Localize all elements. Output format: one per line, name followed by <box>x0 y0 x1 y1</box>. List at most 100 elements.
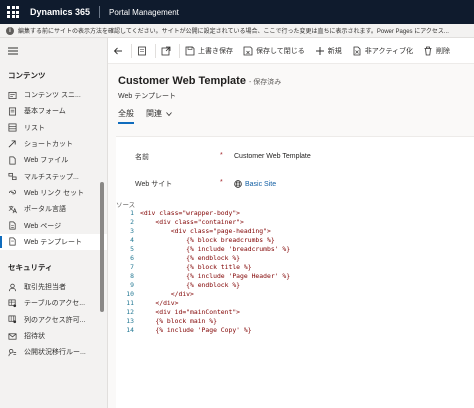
line-number: 8 <box>130 272 134 280</box>
website-link[interactable]: Basic Site <box>245 181 276 188</box>
sidebar-item[interactable]: 基本フォーム <box>0 103 107 119</box>
sidebar-item[interactable]: 列のアクセス許可... <box>0 312 107 328</box>
code-text: <div class="wrapper-body"> <box>140 209 241 217</box>
code-text: <div id="mainContent"> <box>140 308 241 316</box>
sidebar-scrollbar[interactable] <box>100 182 104 312</box>
sidebar-item-label: Web リンク セット <box>24 189 85 197</box>
brand-title[interactable]: Dynamics 365 <box>30 7 90 17</box>
command-label: 非アクティブ化 <box>364 47 414 55</box>
line-number: 6 <box>130 254 134 262</box>
sidebar-item[interactable]: コンテンツ スニ... <box>0 87 107 103</box>
sitemap-sidebar: コンテンツコンテンツ スニ... 基本フォームリストショートカット Web ファイル… <box>0 38 108 408</box>
multistep-icon <box>8 172 17 181</box>
sidebar-item[interactable]: テーブルのアクセ... <box>0 295 107 311</box>
record-header: Customer Web Template - 保存済み <box>118 75 281 87</box>
sidebar-item[interactable]: ショートカット <box>0 136 107 152</box>
name-label: 名前 <box>135 154 149 161</box>
code-line: 3 <div class="page-heading"> <box>124 227 454 236</box>
nav-groups: コンテンツコンテンツ スニ... 基本フォームリストショートカット Web ファイル… <box>0 64 107 360</box>
code-text: <div class="page-heading"> <box>140 227 271 235</box>
record-title: Customer Web Template <box>118 75 246 87</box>
sidebar-item-label: ショートカット <box>24 141 73 149</box>
code-text: {% block title %} <box>140 263 252 271</box>
code-line: 13 {% block main %} <box>124 317 454 326</box>
chevron-down-icon <box>166 111 172 116</box>
code-line: 8 {% include 'Page Header' %} <box>124 272 454 281</box>
code-text: {% include 'Page Header' %} <box>140 272 291 280</box>
save-close-button[interactable]: 保存して閉じる <box>238 38 310 63</box>
code-line: 11 </div> <box>124 299 454 308</box>
page-icon <box>9 221 16 230</box>
code-text: <div class="container"> <box>140 218 244 226</box>
sidebar-item-label: 招待状 <box>24 333 45 340</box>
form-icon <box>8 107 17 116</box>
website-lookup[interactable]: Basic Site <box>234 180 276 188</box>
sidebar-item[interactable]: 招待状 <box>0 328 107 344</box>
code-line: 10 </div> <box>124 290 454 299</box>
table-permission-icon <box>8 299 17 308</box>
publishing-icon <box>8 348 17 357</box>
popout-button[interactable] <box>156 38 179 63</box>
back-arrow-button[interactable] <box>108 38 131 63</box>
nav-group-title: コンテンツ <box>8 71 46 80</box>
line-number: 10 <box>126 290 134 298</box>
line-number: 14 <box>126 326 134 334</box>
sidebar-item[interactable]: Web リンク セット <box>0 185 107 201</box>
line-number: 9 <box>130 281 134 289</box>
nav-group-title: セキュリティ <box>8 262 53 272</box>
list-icon <box>8 123 17 132</box>
plus-icon <box>315 46 324 55</box>
sidebar-item[interactable]: Web ファイル <box>0 152 107 168</box>
record-button[interactable] <box>132 38 155 63</box>
plus-button[interactable]: 新規 <box>310 38 347 63</box>
app-header: Dynamics 365 Portal Management <box>0 0 474 24</box>
save-button[interactable]: 上書き保存 <box>180 38 238 63</box>
language-icon <box>8 205 17 214</box>
column-permission-icon <box>8 315 17 324</box>
code-text: {% include 'Page Copy' %} <box>140 326 252 334</box>
sidebar-item[interactable]: マルチステップ... <box>0 168 107 184</box>
code-text: {% block breadcrumbs %} <box>140 236 275 244</box>
file-icon <box>9 156 16 165</box>
sidebar-item[interactable]: Web ページ <box>0 217 107 233</box>
deactivate-button[interactable]: 非アクティブ化 <box>347 38 418 63</box>
tab-general[interactable]: 全般 <box>118 108 134 124</box>
line-number: 2 <box>130 218 134 226</box>
column-permission-icon <box>8 315 17 324</box>
sidebar-item-label: Web テンプレート <box>24 238 83 246</box>
code-line: 9 {% endblock %} <box>124 281 454 290</box>
command-label: 新規 <box>327 47 342 55</box>
command-bar: 上書き保存 保存して閉じる 新規 非アクティブ化 削除 <box>108 38 474 64</box>
line-number: 3 <box>130 227 134 235</box>
app-name[interactable]: Portal Management <box>109 8 179 17</box>
name-field[interactable]: Customer Web Template <box>234 153 311 160</box>
code-line: 7 {% block title %} <box>124 263 454 272</box>
sidebar-item[interactable]: 公開状況移行ルー... <box>0 344 107 360</box>
shortcut-icon <box>8 140 17 149</box>
code-text: {% endblock %} <box>140 254 241 262</box>
sidebar-item-label: Web ファイル <box>24 157 69 165</box>
menu-toggle[interactable] <box>0 38 107 64</box>
required-indicator: * <box>220 179 223 186</box>
globe-icon <box>234 180 242 188</box>
code-text: {% endblock %} <box>140 335 209 336</box>
tab-related[interactable]: 関連 <box>146 108 172 124</box>
hamburger-icon <box>8 47 18 55</box>
code-line: 5 {% include 'breadcrumbs' %} <box>124 245 454 254</box>
sidebar-item[interactable]: 取引先担当者 <box>0 279 107 295</box>
sidebar-item[interactable]: リスト <box>0 120 107 136</box>
sidebar-item[interactable]: Web テンプレート <box>0 233 107 250</box>
code-line: 4 {% block breadcrumbs %} <box>124 236 454 245</box>
form-icon <box>8 107 17 116</box>
sidebar-item-label: リスト <box>24 124 45 132</box>
app-launcher-icon[interactable] <box>7 5 21 19</box>
sidebar-item[interactable]: ポータル言語 <box>0 201 107 217</box>
table-permission-icon <box>8 299 17 308</box>
code-line: 15 {% endblock %} <box>124 335 454 336</box>
line-number: 12 <box>126 308 134 316</box>
line-number: 13 <box>126 317 134 325</box>
save-icon <box>185 46 195 55</box>
line-number: 11 <box>126 299 134 307</box>
code-editor[interactable]: 1 <div class="wrapper-body"> 2 <div class=… <box>124 209 454 336</box>
delete-button[interactable]: 削除 <box>418 38 455 63</box>
